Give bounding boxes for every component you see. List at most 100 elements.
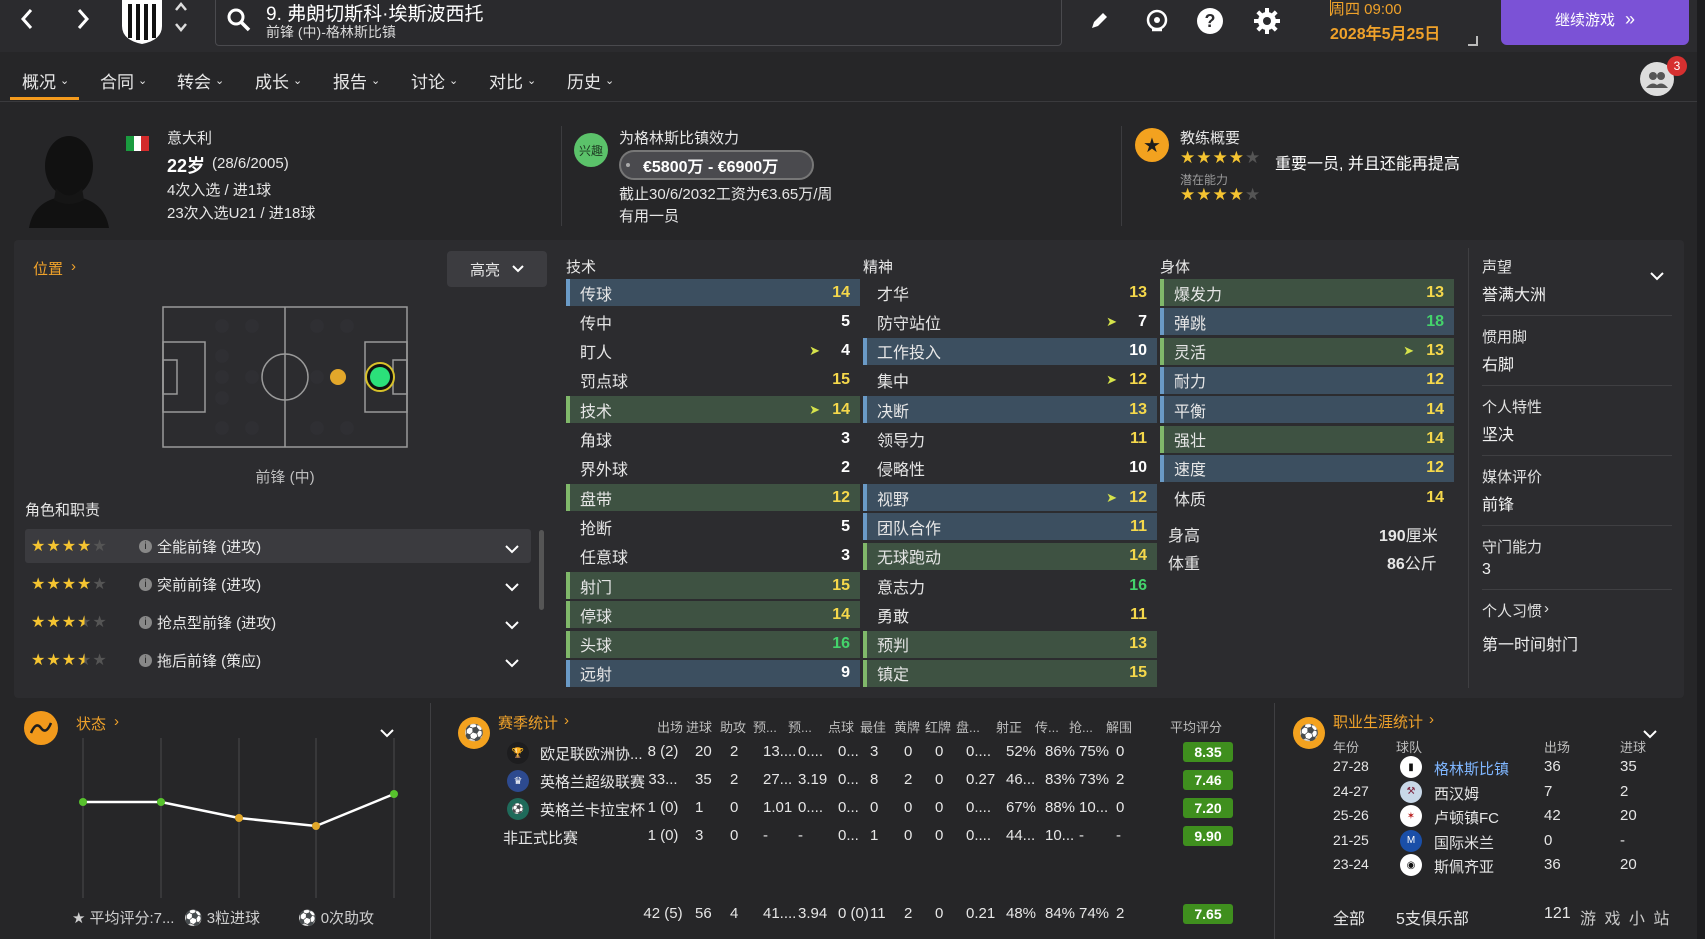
attribute-row: 灵活 ➤ 13 <box>1160 337 1454 365</box>
form-point[interactable] <box>312 822 320 830</box>
career-team[interactable]: 卢顿镇FC <box>1434 807 1499 828</box>
search-box[interactable]: 9. 弗朗切斯科·埃斯波西托 前锋 (中)-格林斯比镇 <box>215 0 1062 46</box>
attribute-value: 11 <box>1130 605 1147 623</box>
attribute-name: 界外球 <box>580 462 629 480</box>
interest-badge[interactable]: 兴趣 <box>574 133 608 167</box>
tab-7[interactable]: 对比 ⌄ <box>489 68 536 93</box>
season-header[interactable]: 预... <box>753 717 777 736</box>
info-icon[interactable]: i <box>139 577 152 591</box>
tab-6[interactable]: 讨论 ⌄ <box>411 68 458 93</box>
competition-name[interactable]: 欧足联欧洲协... <box>540 743 643 764</box>
club-crest-icon[interactable] <box>118 0 166 44</box>
tab-8[interactable]: 历史 ⌄ <box>567 68 614 93</box>
attribute-row: 预判 13 <box>863 630 1157 658</box>
right-edge-bar <box>1697 0 1705 939</box>
form-link[interactable]: 状态 › <box>76 713 119 734</box>
tab-1[interactable]: 概况 ⌄ <box>9 68 80 100</box>
tab-4[interactable]: 成长 ⌄ <box>255 68 302 93</box>
help-icon[interactable]: ? <box>1193 4 1227 38</box>
attribute-name: 镇定 <box>877 667 910 685</box>
role-row[interactable]: ★★★★★ i 全能前锋 (进攻) <box>25 529 531 563</box>
chevron-down-icon <box>512 265 524 273</box>
career-stats-link[interactable]: 职业生涯统计 › <box>1333 711 1434 732</box>
info-icon[interactable]: i <box>139 653 152 667</box>
player-down-icon[interactable] <box>174 20 188 39</box>
form-point[interactable] <box>157 798 165 806</box>
settings-gear-icon[interactable] <box>1250 4 1284 38</box>
season-header[interactable]: 射正 <box>996 717 1022 736</box>
season-header[interactable]: 最佳 <box>860 717 886 736</box>
career-goals: - <box>1620 831 1625 849</box>
season-header[interactable]: 平均评分 <box>1170 717 1222 736</box>
season-header[interactable]: 盘... <box>956 717 980 736</box>
continue-game-button[interactable]: 继续游戏 » <box>1501 0 1689 45</box>
attribute-value: 16 <box>1129 576 1147 594</box>
competition-name[interactable]: 英格兰卡拉宝杯 <box>540 799 645 820</box>
attribute-name: 无球跑动 <box>877 550 942 568</box>
habits-link[interactable]: 个人习惯 › <box>1482 600 1672 621</box>
season-header[interactable]: 抢... <box>1069 717 1093 736</box>
season-header[interactable]: 进球 <box>686 717 712 736</box>
chevron-down-icon[interactable] <box>505 655 519 672</box>
season-header[interactable]: 预... <box>788 717 812 736</box>
career-team[interactable]: 格林斯比镇 <box>1434 758 1509 779</box>
edit-icon[interactable] <box>1082 4 1116 38</box>
back-arrow-icon[interactable] <box>12 4 42 34</box>
season-header[interactable]: 解围 <box>1106 717 1132 736</box>
attribute-row: 盘带 12 <box>566 484 860 512</box>
info-icon[interactable]: i <box>139 539 152 553</box>
highlight-dropdown[interactable]: 高亮 <box>447 251 547 287</box>
star-empty-icon: ★ <box>92 652 108 669</box>
chevron-down-icon[interactable] <box>505 541 519 558</box>
chevron-right-icon: › <box>114 713 120 730</box>
season-cell: 0... <box>838 799 859 816</box>
season-cell: 2 <box>904 771 913 788</box>
season-header[interactable]: 点球 <box>828 717 854 736</box>
role-row[interactable]: ★★★★★ i 抢点型前锋 (进攻) <box>25 605 531 639</box>
attribute-value: 12 <box>832 488 850 506</box>
tab-5[interactable]: 报告 ⌄ <box>333 68 380 93</box>
info-icon[interactable]: i <box>139 615 152 629</box>
tab-2[interactable]: 合同 ⌄ <box>100 68 147 93</box>
attribute-value: 15 <box>832 576 850 594</box>
star-icon: ★ <box>72 909 86 927</box>
date-display[interactable]: 周四 09:00 2028年5月25日 <box>1325 0 1478 48</box>
season-stats-link[interactable]: 赛季统计 › <box>498 712 569 733</box>
career-team[interactable]: 西汉姆 <box>1434 783 1479 804</box>
season-cell: 3.19 <box>798 771 828 788</box>
player-up-icon[interactable] <box>174 0 188 19</box>
season-header[interactable]: 黄牌 <box>894 717 920 736</box>
season-header[interactable]: 助攻 <box>720 717 746 736</box>
role-name: 拖后前锋 (策应) <box>157 652 262 670</box>
roles-scrollbar[interactable] <box>539 530 544 610</box>
avg-rating-badge: 9.90 <box>1183 826 1233 846</box>
club-line: 为格林斯比镇效力 <box>619 130 740 147</box>
scout-icon[interactable] <box>1140 4 1174 38</box>
chevron-down-icon[interactable] <box>505 579 519 596</box>
attribute-value: 12 <box>1426 371 1444 389</box>
star-full-icon: ★ <box>46 576 62 593</box>
role-row[interactable]: ★★★★★ i 拖后前锋 (策应) <box>25 643 531 677</box>
season-total-cell: 0 (0) <box>838 905 869 922</box>
form-point[interactable] <box>390 790 398 798</box>
position-link[interactable]: 位置 › <box>33 258 76 279</box>
season-header[interactable]: 传... <box>1035 717 1059 736</box>
star-half-icon: ★ <box>77 652 93 669</box>
star-empty-icon: ★ <box>92 538 108 555</box>
season-header[interactable]: 红牌 <box>925 717 951 736</box>
career-team[interactable]: 斯佩齐亚 <box>1434 856 1494 877</box>
reputation-chevron-down-icon[interactable] <box>1650 268 1664 286</box>
tab-3[interactable]: 转会 ⌄ <box>177 68 224 93</box>
attribute-value: 11 <box>1130 430 1147 447</box>
attribute-name: 耐力 <box>1174 374 1207 392</box>
career-team[interactable]: 国际米兰 <box>1434 832 1494 853</box>
search-icon[interactable] <box>226 7 252 38</box>
competition-name[interactable]: 英格兰超级联赛 <box>540 771 645 792</box>
transfer-value[interactable]: €5800万 - €6900万 <box>619 150 814 180</box>
chevron-down-icon[interactable] <box>505 617 519 634</box>
forward-arrow-icon[interactable] <box>68 4 98 34</box>
form-point[interactable] <box>235 814 243 822</box>
form-point[interactable] <box>79 798 87 806</box>
season-header[interactable]: 出场 <box>657 717 683 736</box>
role-row[interactable]: ★★★★★ i 突前前锋 (进攻) <box>25 567 531 601</box>
